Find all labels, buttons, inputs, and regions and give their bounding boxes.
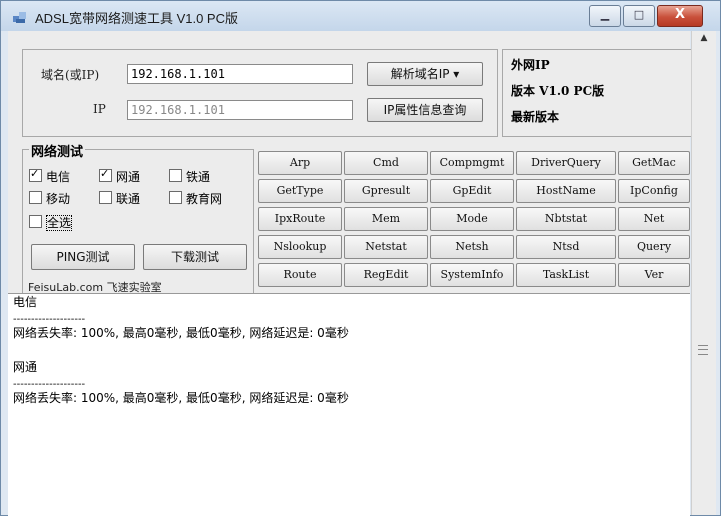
info-panel: 外网IP 版本 V1.0 PC版 最新版本 (502, 49, 692, 137)
cmd-gettype-button[interactable]: GetType (258, 179, 342, 203)
cmd-driverquery-button[interactable]: DriverQuery (516, 151, 616, 175)
cmd-systeminfo-button[interactable]: SystemInfo (430, 263, 514, 287)
cmd-mode-button[interactable]: Mode (430, 207, 514, 231)
cmd-query-button[interactable]: Query (618, 235, 690, 259)
cmd-ntsd-button[interactable]: Ntsd (516, 235, 616, 259)
output-line: 网络丢失率: 100%, 最高0毫秒, 最低0毫秒, 网络延迟是: 0毫秒 (13, 326, 349, 340)
ip-info-query-button[interactable]: IP属性信息查询 (367, 98, 483, 122)
cmd-cmd-button[interactable]: Cmd (344, 151, 428, 175)
cmd-ipxroute-button[interactable]: IpxRoute (258, 207, 342, 231)
checkbox-unicom[interactable]: 联通 (99, 190, 140, 207)
app-window: ADSL宽带网络测速工具 V1.0 PC版 ▁ □ X 域名(或IP) 192.… (0, 0, 721, 516)
output-line: 电信 (13, 295, 38, 309)
output-line: 网络丢失率: 100%, 最高0毫秒, 最低0毫秒, 网络延迟是: 0毫秒 (13, 391, 349, 405)
output-line: 网通 (13, 360, 38, 374)
network-test-title: 网络测试 (29, 141, 86, 160)
scroll-grip-icon[interactable] (698, 345, 708, 355)
minimize-button[interactable]: ▁ (589, 5, 621, 27)
cmd-hostname-button[interactable]: HostName (516, 179, 616, 203)
resolve-domain-button[interactable]: 解析域名IP ▾ (367, 62, 483, 86)
checkbox-icon[interactable] (29, 191, 42, 204)
ping-test-button[interactable]: PING测试 (31, 244, 135, 270)
checkbox-edu[interactable]: 教育网 (169, 190, 222, 207)
checkbox-icon[interactable] (29, 215, 42, 228)
domain-label: 域名(或IP) (41, 68, 100, 82)
app-icon (13, 12, 26, 23)
cmd-netsh-button[interactable]: Netsh (430, 235, 514, 259)
ip-label: IP (93, 102, 106, 116)
cmd-tasklist-button[interactable]: TaskList (516, 263, 616, 287)
domain-input[interactable]: 192.168.1.101 (127, 64, 353, 84)
checkbox-icon[interactable] (99, 191, 112, 204)
cmd-getmac-button[interactable]: GetMac (618, 151, 690, 175)
cmd-route-button[interactable]: Route (258, 263, 342, 287)
window-title: ADSL宽带网络测速工具 V1.0 PC版 (35, 11, 238, 26)
vertical-scrollbar[interactable]: ▲ (691, 31, 716, 515)
cmd-gpresult-button[interactable]: Gpresult (344, 179, 428, 203)
scroll-up-icon[interactable]: ▲ (692, 33, 716, 43)
close-button[interactable]: X (657, 5, 703, 27)
checkbox-icon[interactable] (169, 191, 182, 204)
cmd-nbtstat-button[interactable]: Nbtstat (516, 207, 616, 231)
latest-version-label: 最新版本 (511, 110, 560, 124)
maximize-button[interactable]: □ (623, 5, 655, 27)
external-ip-label: 外网IP (511, 58, 550, 72)
checkbox-netcom[interactable]: 网通 (99, 167, 140, 185)
title-bar[interactable]: ADSL宽带网络测速工具 V1.0 PC版 ▁ □ X (1, 1, 720, 31)
cmd-net-button[interactable]: Net (618, 207, 690, 231)
cmd-ver-button[interactable]: Ver (618, 263, 690, 287)
version-label: 版本 V1.0 PC版 (511, 84, 605, 98)
checkbox-select-all[interactable]: 全选 (29, 214, 73, 231)
ip-input[interactable]: 192.168.1.101 (127, 100, 353, 120)
download-test-button[interactable]: 下载测试 (143, 244, 247, 270)
cmd-regedit-button[interactable]: RegEdit (344, 263, 428, 287)
checkbox-telecom[interactable]: 电信 (29, 167, 70, 185)
address-group: 域名(或IP) 192.168.1.101 解析域名IP ▾ IP 192.16… (22, 49, 498, 137)
cmd-compmgmt-button[interactable]: Compmgmt (430, 151, 514, 175)
cmd-ipconfig-button[interactable]: IpConfig (618, 179, 690, 203)
output-textarea[interactable]: 电信 -------------------- 网络丢失率: 100%, 最高0… (8, 293, 690, 516)
checkbox-checked-icon[interactable] (29, 167, 42, 182)
checkbox-tietong[interactable]: 铁通 (169, 168, 210, 185)
cmd-arp-button[interactable]: Arp (258, 151, 342, 175)
checkbox-checked-icon[interactable] (99, 167, 112, 182)
cmd-gpedit-button[interactable]: GpEdit (430, 179, 514, 203)
command-grid: Arp Cmd Compmgmt DriverQuery GetMac GetT… (258, 151, 690, 289)
cmd-nslookup-button[interactable]: Nslookup (258, 235, 342, 259)
cmd-mem-button[interactable]: Mem (344, 207, 428, 231)
checkbox-mobile[interactable]: 移动 (29, 190, 70, 207)
checkbox-icon[interactable] (169, 169, 182, 182)
cmd-netstat-button[interactable]: Netstat (344, 235, 428, 259)
